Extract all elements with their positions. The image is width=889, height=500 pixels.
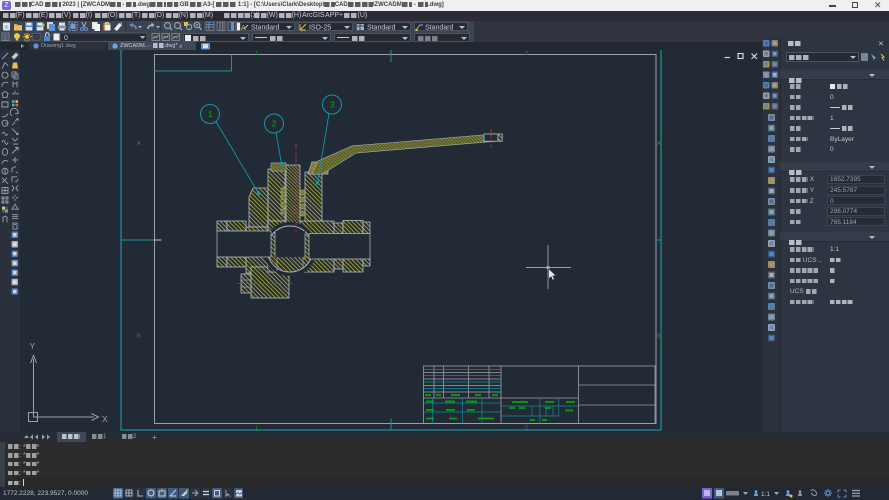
svg-text:1: 1 <box>255 51 258 57</box>
svg-text:2: 2 <box>525 51 528 57</box>
svg-text:0: 0 <box>64 35 68 42</box>
svg-text:1: 1 <box>255 426 258 432</box>
svg-text:A: A <box>657 141 661 147</box>
svg-text:2: 2 <box>272 119 277 129</box>
svg-text:Y: Y <box>30 341 36 351</box>
svg-text:1: 1 <box>208 109 213 119</box>
svg-text:B: B <box>657 334 661 340</box>
svg-text:A: A <box>137 141 141 147</box>
svg-text:1:1: 1:1 <box>761 491 770 498</box>
svg-text:B: B <box>137 334 141 340</box>
svg-text:2: 2 <box>525 426 528 432</box>
svg-text:3: 3 <box>330 100 335 110</box>
svg-text:X: X <box>102 414 108 424</box>
